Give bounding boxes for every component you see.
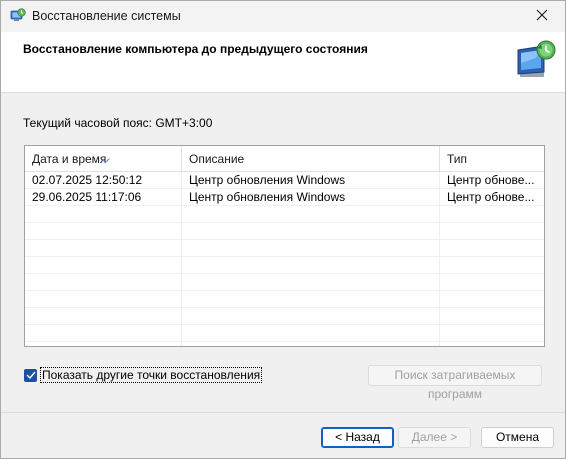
next-button[interactable]: Далее > — [398, 427, 471, 448]
wizard-header: Восстановление компьютера до предыдущего… — [1, 32, 565, 93]
close-icon — [536, 9, 548, 24]
show-more-label[interactable]: Показать другие точки восстановления — [40, 367, 263, 383]
system-restore-window: Восстановление системы Восстановление ко… — [0, 0, 566, 459]
scan-affected-programs-button[interactable]: Поиск затрагиваемых программ — [368, 365, 542, 401]
empty-row — [25, 291, 544, 308]
page-title: Восстановление компьютера до предыдущего… — [23, 42, 368, 56]
title-bar: Восстановление системы — [1, 1, 565, 32]
empty-row — [25, 223, 544, 240]
close-button[interactable] — [519, 1, 565, 32]
system-restore-icon — [10, 8, 26, 24]
sort-down-icon — [101, 147, 110, 164]
empty-row — [25, 274, 544, 291]
column-header-type[interactable]: Тип — [440, 146, 544, 172]
row-description: Центр обновления Windows — [189, 190, 346, 204]
table-header: Дата и время Описание Тип — [25, 146, 544, 172]
empty-row — [25, 308, 544, 325]
column-header-date[interactable]: Дата и время — [25, 146, 182, 172]
window-title: Восстановление системы — [32, 9, 181, 23]
empty-row — [25, 240, 544, 257]
empty-row — [25, 325, 544, 342]
system-restore-monitor-icon — [514, 38, 560, 84]
timezone-label: Текущий часовой пояс: GMT+3:00 — [23, 116, 213, 130]
empty-row — [25, 257, 544, 274]
column-header-description-label: Описание — [189, 152, 245, 166]
row-type: Центр обнове... — [447, 190, 535, 204]
empty-row — [25, 206, 544, 223]
footer-divider — [1, 412, 565, 413]
row-date: 29.06.2025 11:17:06 — [32, 190, 142, 204]
row-type: Центр обнове... — [447, 173, 535, 187]
checkmark-icon — [26, 371, 36, 379]
show-more-restore-points[interactable]: Показать другие точки восстановления — [24, 367, 263, 383]
table-row[interactable]: 02.07.2025 12:50:12 Центр обновления Win… — [25, 172, 544, 189]
column-divider — [439, 172, 440, 346]
column-divider — [181, 172, 182, 346]
row-description: Центр обновления Windows — [189, 173, 346, 187]
back-button[interactable]: < Назад — [321, 427, 394, 448]
column-header-description[interactable]: Описание — [182, 146, 440, 172]
column-header-date-label: Дата и время — [32, 152, 107, 166]
restore-points-table[interactable]: Дата и время Описание Тип 02.07.2025 12:… — [24, 145, 545, 347]
show-more-checkbox[interactable] — [24, 368, 37, 382]
cancel-button[interactable]: Отмена — [481, 427, 554, 448]
column-header-type-label: Тип — [447, 152, 468, 166]
table-row[interactable]: 29.06.2025 11:17:06 Центр обновления Win… — [25, 189, 544, 206]
row-date: 02.07.2025 12:50:12 — [32, 173, 143, 187]
